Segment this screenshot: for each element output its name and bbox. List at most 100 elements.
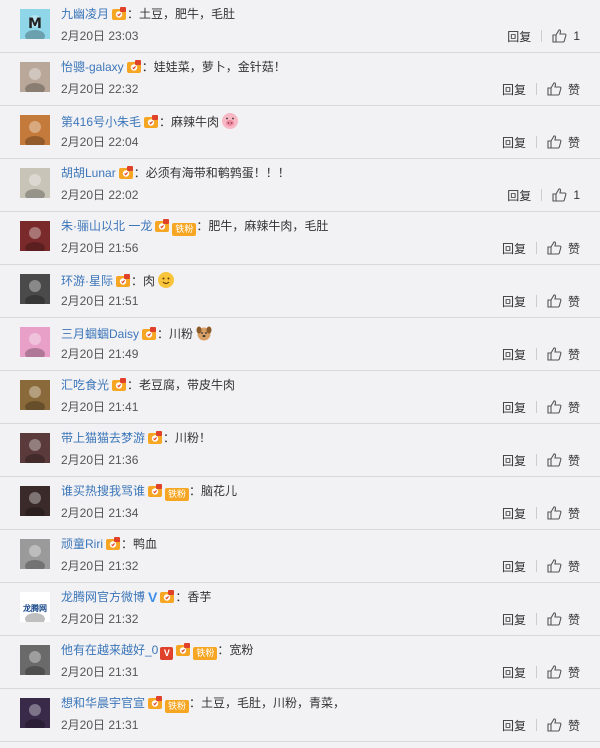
divider — [535, 666, 537, 678]
reply-button[interactable]: 回复 — [502, 611, 526, 628]
reply-button[interactable]: 回复 — [502, 452, 526, 469]
avatar[interactable] — [20, 221, 50, 251]
svg-text:龙腾网: 龙腾网 — [22, 603, 47, 613]
divider — [535, 242, 537, 254]
username-link[interactable]: 带上猫猫去梦游 — [61, 431, 145, 445]
username-link[interactable]: 他有在越来越好_0 — [61, 643, 158, 657]
avatar[interactable] — [20, 645, 50, 675]
avatar[interactable] — [20, 433, 50, 463]
avatar-image — [20, 327, 50, 357]
avatar-image — [20, 698, 50, 728]
like-button[interactable]: 1 — [552, 29, 580, 43]
username-link[interactable]: 怡骢-galaxy — [61, 60, 124, 74]
like-button[interactable]: 赞 — [547, 134, 580, 151]
svg-text:M: M — [28, 16, 42, 32]
comment-item: M 九幽凌月 ：土豆，肥牛，毛肚 2月20日 23:03 回复 1 — [0, 0, 600, 53]
reply-button[interactable]: 回复 — [502, 717, 526, 734]
comment-item: 朱·骊山以北 一龙 铁粉 ：肥牛，麻辣牛肉，毛肚 2月20日 21:56 回复 赞 — [0, 212, 600, 265]
thumbs-up-icon — [547, 559, 562, 573]
avatar-image — [20, 380, 50, 410]
comment-line: 谁买热搜我骂谁 铁粉 ：脑花儿 — [61, 483, 237, 501]
comment-actions: 回复 赞 — [502, 240, 580, 256]
username-link[interactable]: 三月蝈蝈Daisy — [61, 327, 139, 341]
username-link[interactable]: 顽童Riri — [61, 537, 103, 551]
username-link[interactable]: 九幽凌月 — [61, 7, 109, 21]
like-count: 1 — [573, 29, 580, 43]
thumbs-up-icon — [547, 506, 562, 520]
avatar-image: 龙腾网 — [20, 592, 50, 622]
like-button[interactable]: 赞 — [547, 399, 580, 416]
reply-button[interactable]: 回复 — [502, 399, 526, 416]
like-button[interactable]: 赞 — [547, 452, 580, 469]
like-button[interactable]: 赞 — [547, 664, 580, 681]
comment-actions: 回复 赞 — [502, 399, 580, 415]
vip-badge-icon — [160, 590, 175, 603]
comment-item: 第416号小朱毛 ：麻辣牛肉 2月20日 22:04 回复 赞 — [0, 106, 600, 159]
like-button[interactable]: 赞 — [547, 558, 580, 575]
avatar[interactable] — [20, 168, 50, 198]
comment-item: 胡胡Lunar ：必须有海带和鹌鹑蛋！！！ 2月20日 22:02 回复 1 — [0, 159, 600, 212]
reply-button[interactable]: 回复 — [502, 240, 526, 257]
like-button[interactable]: 赞 — [547, 346, 580, 363]
avatar[interactable] — [20, 274, 50, 304]
thumbs-up-icon — [547, 82, 562, 96]
reply-button[interactable]: 回复 — [502, 293, 526, 310]
like-button[interactable]: 赞 — [547, 505, 580, 522]
reply-button[interactable]: 回复 — [507, 28, 531, 45]
avatar[interactable]: 龙腾网 — [20, 592, 50, 622]
avatar[interactable] — [20, 62, 50, 92]
avatar[interactable] — [20, 698, 50, 728]
username-link[interactable]: 谁买热搜我骂谁 — [61, 484, 145, 498]
like-button[interactable]: 赞 — [547, 240, 580, 257]
avatar[interactable] — [20, 327, 50, 357]
avatar[interactable] — [20, 380, 50, 410]
like-button[interactable]: 赞 — [547, 293, 580, 310]
comment-text: ：川粉 — [157, 327, 194, 341]
reply-button[interactable]: 回复 — [502, 664, 526, 681]
comment-line: 第416号小朱毛 ：麻辣牛肉 — [61, 112, 239, 129]
like-button[interactable]: 1 — [552, 188, 580, 202]
thumbs-up-icon — [547, 347, 562, 361]
reply-button[interactable]: 回复 — [502, 346, 526, 363]
username-link[interactable]: 胡胡Lunar — [61, 166, 116, 180]
avatar[interactable] — [20, 539, 50, 569]
pig-emoji-icon — [222, 113, 239, 129]
reply-button[interactable]: 回复 — [502, 81, 526, 98]
like-button[interactable]: 赞 — [547, 717, 580, 734]
avatar[interactable] — [20, 486, 50, 516]
like-button[interactable]: 赞 — [547, 611, 580, 628]
username-link[interactable]: 汇吃食光 — [61, 378, 109, 392]
thumbs-up-icon — [547, 612, 562, 626]
comment-actions: 回复 赞 — [502, 664, 580, 680]
reply-button[interactable]: 回复 — [502, 558, 526, 575]
fan-badge: 铁粉 — [165, 488, 190, 501]
comment-line: 想和华晨宇官宣 铁粉 ：土豆，毛肚，川粉，青菜， — [61, 695, 345, 713]
comment-text: ：川粉！ — [163, 431, 212, 445]
avatar[interactable] — [20, 115, 50, 145]
avatar[interactable]: M — [20, 9, 50, 39]
avatar-image — [20, 168, 50, 198]
comment-item: 谁买热搜我骂谁 铁粉 ：脑花儿 2月20日 21:34 回复 赞 — [0, 477, 600, 530]
vip-badge-icon — [106, 537, 120, 550]
comment-item: 三月蝈蝈Daisy ：川粉 2月20日 21:49 回复 赞 — [0, 318, 600, 371]
username-link[interactable]: 龙腾网官方微博 — [61, 590, 145, 604]
username-link[interactable]: 想和华晨宇官宣 — [61, 696, 145, 710]
comment-text: ：老豆腐，带皮牛肉 — [127, 378, 236, 392]
username-link[interactable]: 第416号小朱毛 — [61, 115, 141, 129]
reply-button[interactable]: 回复 — [507, 187, 531, 204]
like-count: 赞 — [567, 612, 580, 627]
username-link[interactable]: 朱·骊山以北 一龙 — [61, 219, 152, 233]
like-button[interactable]: 赞 — [547, 81, 580, 98]
username-link[interactable]: 环游·星际 — [61, 274, 113, 288]
thumbs-up-icon — [552, 188, 567, 202]
comment-line: 他有在越来越好_0 V 铁粉 ：宽粉 — [61, 642, 253, 660]
like-count: 赞 — [567, 294, 580, 309]
comment-text: ：土豆，肥牛，毛肚 — [127, 7, 236, 21]
like-count: 赞 — [567, 506, 580, 521]
comment-time: 2月20日 23:03 — [61, 29, 139, 43]
reply-button[interactable]: 回复 — [502, 134, 526, 151]
comment-time: 2月20日 21:31 — [61, 718, 139, 732]
reply-button[interactable]: 回复 — [502, 505, 526, 522]
like-count: 赞 — [567, 400, 580, 415]
divider — [535, 507, 537, 519]
